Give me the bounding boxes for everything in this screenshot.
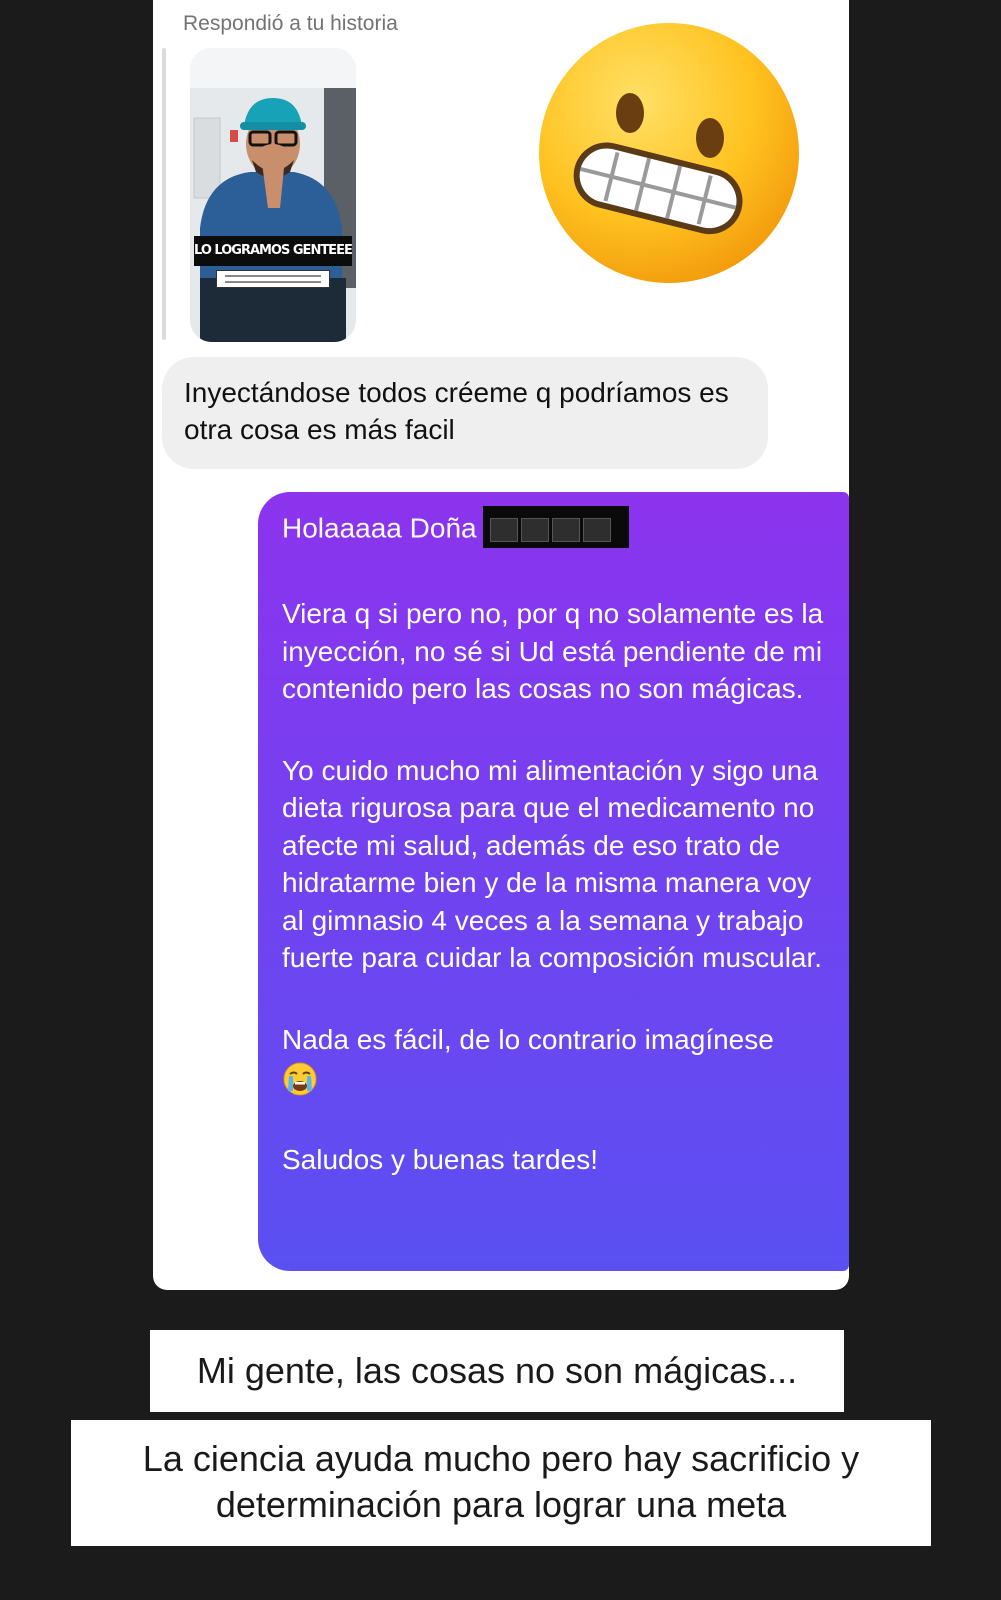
- message-paragraph-1: Viera q si pero no, por q no solamente e…: [282, 598, 824, 704]
- message-paragraph-4: Saludos y buenas tardes!: [282, 1143, 598, 1175]
- caption-banner-1: Mi gente, las cosas no son mágicas...: [150, 1330, 844, 1412]
- grimacing-face-emoji-icon: [539, 23, 799, 283]
- redacted-name-block: [482, 506, 629, 548]
- message-paragraph-2: Yo cuido mucho mi alimentación y sigo un…: [282, 754, 823, 974]
- story-reply-label: Respondió a tu historia: [183, 12, 398, 35]
- message-paragraph-3: Nada es fácil, de lo contrario imagínese: [282, 1021, 839, 1097]
- greeting-line: Holaaaaa Doña: [282, 506, 839, 551]
- loudly-crying-face-icon: [283, 1062, 317, 1096]
- reply-indicator-bar: [162, 48, 166, 340]
- story-thumbnail[interactable]: LO LOGRAMOS GENTEEEEEEE: [190, 48, 356, 342]
- caption-banner-2: La ciencia ayuda mucho pero hay sacrific…: [71, 1420, 931, 1546]
- message-paragraph-3-text: Nada es fácil, de lo contrario imagínese: [282, 1023, 774, 1055]
- incoming-message-text: Inyectándose todos créeme q podríamos es…: [184, 377, 729, 445]
- story-caption: LO LOGRAMOS GENTEEEEEEE: [194, 236, 352, 266]
- story-subcaption: [216, 270, 330, 288]
- outgoing-message-bubble[interactable]: Holaaaaa Doña Viera q si pero no, por q …: [258, 492, 849, 1271]
- incoming-message-bubble[interactable]: Inyectándose todos créeme q podríamos es…: [162, 357, 768, 469]
- greeting-text: Holaaaaa Doña: [282, 512, 477, 544]
- story-photo: [190, 48, 356, 342]
